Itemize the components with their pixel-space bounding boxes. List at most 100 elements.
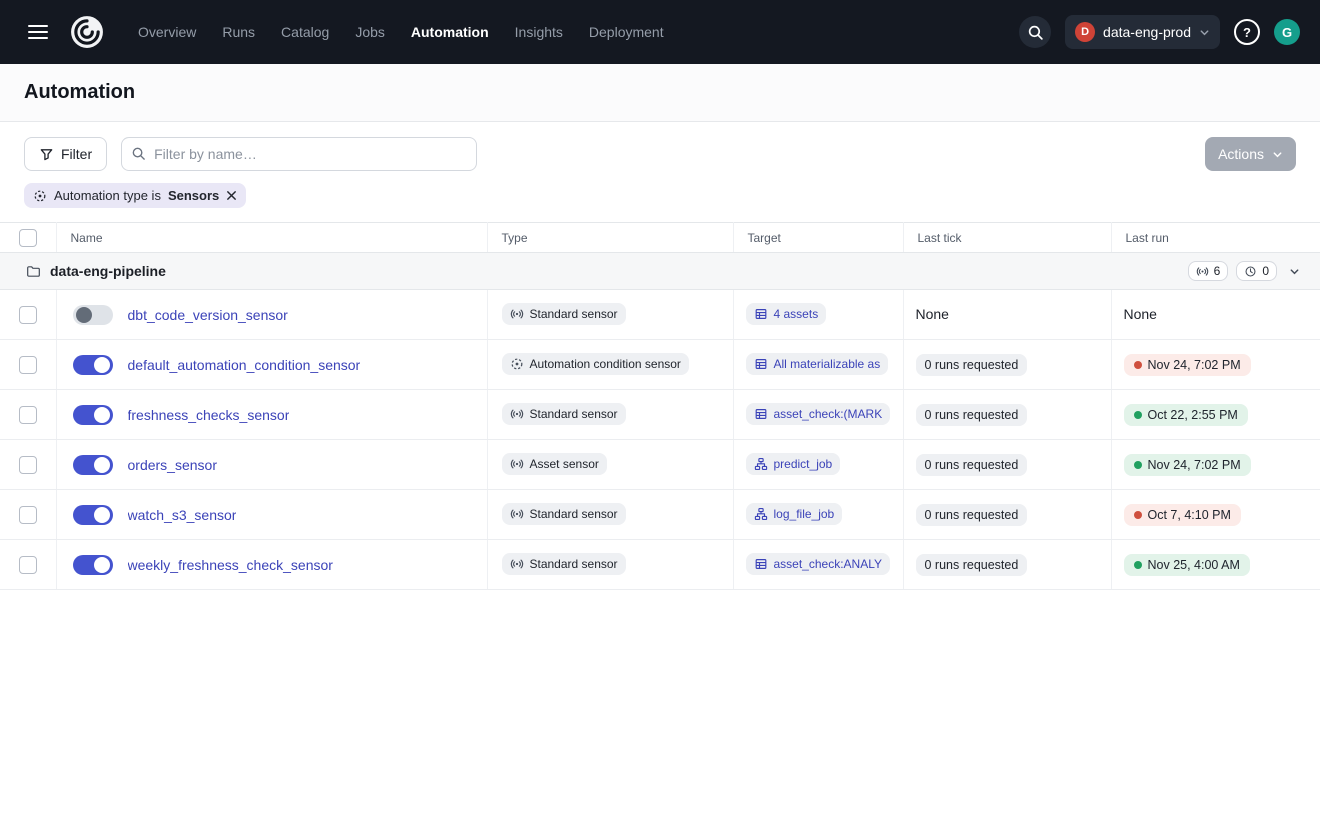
chevron-down-icon — [1199, 27, 1210, 38]
last-run-status-tag[interactable]: Nov 24, 7:02 PM — [1124, 454, 1251, 476]
filter-chip-value: Sensors — [168, 188, 219, 203]
asset-icon — [754, 307, 768, 321]
sensor-row: dbt_code_version_sensor Standard sensor — [0, 290, 1320, 340]
sensor-toggle[interactable] — [73, 505, 113, 525]
sensor-toggle[interactable] — [73, 455, 113, 475]
hamburger-menu-icon[interactable] — [20, 14, 56, 50]
job-graph-icon — [754, 457, 768, 471]
asset-icon — [754, 357, 768, 371]
last-run-status-tag[interactable]: None — [1124, 306, 1157, 322]
target-label: 4 assets — [774, 307, 819, 321]
page-title-band: Automation — [0, 64, 1320, 122]
row-checkbox[interactable] — [19, 356, 37, 374]
target-tag[interactable]: asset_check:ANALY — [746, 553, 891, 575]
sensor-name-link[interactable]: dbt_code_version_sensor — [128, 307, 288, 323]
target-label: asset_check:(MARK — [774, 407, 883, 421]
active-filters-row: Automation type is Sensors — [0, 182, 1320, 222]
sensor-type-label: Standard sensor — [530, 307, 618, 321]
run-status-dot-icon — [1134, 411, 1142, 419]
sensor-type-tag: Standard sensor — [502, 503, 626, 525]
column-header-last-run: Last run — [1111, 223, 1320, 253]
column-header-name: Name — [56, 223, 487, 253]
last-tick-value: 0 runs requested — [916, 454, 1028, 476]
select-all-checkbox[interactable] — [19, 229, 37, 247]
sensor-name-link[interactable]: watch_s3_sensor — [128, 507, 237, 523]
target-tag[interactable]: 4 assets — [746, 303, 827, 325]
run-status-dot-icon — [1134, 511, 1142, 519]
last-run-status-tag[interactable]: Oct 7, 4:10 PM — [1124, 504, 1241, 526]
sensor-type-label: Standard sensor — [530, 407, 618, 421]
target-label: asset_check:ANALY — [774, 557, 883, 571]
sensor-row: watch_s3_sensor Standard sensor — [0, 490, 1320, 540]
sensor-signal-icon — [510, 457, 524, 471]
sensor-type-label: Asset sensor — [530, 457, 599, 471]
target-label: log_file_job — [774, 507, 835, 521]
last-run-value: Oct 7, 4:10 PM — [1148, 508, 1231, 522]
row-checkbox[interactable] — [19, 306, 37, 324]
clock-icon — [1244, 265, 1257, 278]
target-tag[interactable]: asset_check:(MARK — [746, 403, 891, 425]
last-run-status-tag[interactable]: Nov 25, 4:00 AM — [1124, 554, 1250, 576]
last-run-status-tag[interactable]: Oct 22, 2:55 PM — [1124, 404, 1248, 426]
sensor-toggle[interactable] — [73, 305, 113, 325]
folder-icon — [26, 264, 41, 279]
nav-item-runs[interactable]: Runs — [222, 24, 255, 40]
collapse-group-icon[interactable] — [1285, 262, 1304, 281]
search-icon — [131, 146, 146, 161]
filter-button[interactable]: Filter — [24, 137, 107, 171]
sensor-toggle[interactable] — [73, 555, 113, 575]
sensor-name-link[interactable]: freshness_checks_sensor — [128, 407, 290, 423]
target-label: predict_job — [774, 457, 833, 471]
close-icon[interactable] — [226, 190, 237, 201]
nav-item-automation[interactable]: Automation — [411, 24, 489, 40]
last-tick-value: 0 runs requested — [916, 504, 1028, 526]
nav-item-catalog[interactable]: Catalog — [281, 24, 329, 40]
row-checkbox[interactable] — [19, 406, 37, 424]
last-tick-value: 0 runs requested — [916, 404, 1028, 426]
sensor-signal-icon — [510, 557, 524, 571]
deployment-switcher[interactable]: D data-eng-prod — [1065, 15, 1220, 49]
user-avatar[interactable]: G — [1274, 19, 1300, 45]
sensor-type-label: Standard sensor — [530, 507, 618, 521]
code-location-group-row: data-eng-pipeline 6 0 — [0, 253, 1320, 290]
filter-chip-automation-type[interactable]: Automation type is Sensors — [24, 183, 246, 208]
row-checkbox[interactable] — [19, 456, 37, 474]
row-checkbox[interactable] — [19, 556, 37, 574]
sensor-name-link[interactable]: weekly_freshness_check_sensor — [128, 557, 333, 573]
sensor-row: default_automation_condition_sensor Auto… — [0, 340, 1320, 390]
search-icon[interactable] — [1019, 16, 1051, 48]
deployment-name: data-eng-prod — [1103, 24, 1191, 40]
nav-item-jobs[interactable]: Jobs — [355, 24, 385, 40]
last-run-value: Nov 24, 7:02 PM — [1148, 358, 1241, 372]
last-run-value: Nov 24, 7:02 PM — [1148, 458, 1241, 472]
target-tag[interactable]: log_file_job — [746, 503, 843, 525]
sensor-name-link[interactable]: orders_sensor — [128, 457, 218, 473]
last-run-status-tag[interactable]: Nov 24, 7:02 PM — [1124, 354, 1251, 376]
column-header-last-tick: Last tick — [903, 223, 1111, 253]
row-checkbox[interactable] — [19, 506, 37, 524]
help-icon[interactable]: ? — [1234, 19, 1260, 45]
search-input[interactable] — [121, 137, 477, 171]
target-tag[interactable]: All materializable as — [746, 353, 889, 375]
sensor-signal-icon — [510, 507, 524, 521]
sensor-type-tag: Standard sensor — [502, 303, 626, 325]
sensor-row: orders_sensor Asset sensor — [0, 440, 1320, 490]
run-status-dot-icon — [1134, 461, 1142, 469]
last-tick-value: 0 runs requested — [916, 554, 1028, 576]
name-filter-box — [121, 137, 477, 171]
last-run-value: Oct 22, 2:55 PM — [1148, 408, 1238, 422]
filter-button-label: Filter — [61, 146, 92, 162]
nav-item-insights[interactable]: Insights — [515, 24, 563, 40]
column-header-target: Target — [733, 223, 903, 253]
dagster-logo[interactable] — [68, 13, 106, 51]
sensors-count-badge: 6 — [1188, 261, 1229, 281]
sensor-signal-icon — [510, 307, 524, 321]
target-tag[interactable]: predict_job — [746, 453, 841, 475]
sensor-toggle[interactable] — [73, 405, 113, 425]
sensor-name-link[interactable]: default_automation_condition_sensor — [128, 357, 361, 373]
nav-item-deployment[interactable]: Deployment — [589, 24, 664, 40]
nav-item-overview[interactable]: Overview — [138, 24, 196, 40]
actions-button[interactable]: Actions — [1205, 137, 1296, 171]
sensor-toggle[interactable] — [73, 355, 113, 375]
asset-icon — [754, 407, 768, 421]
